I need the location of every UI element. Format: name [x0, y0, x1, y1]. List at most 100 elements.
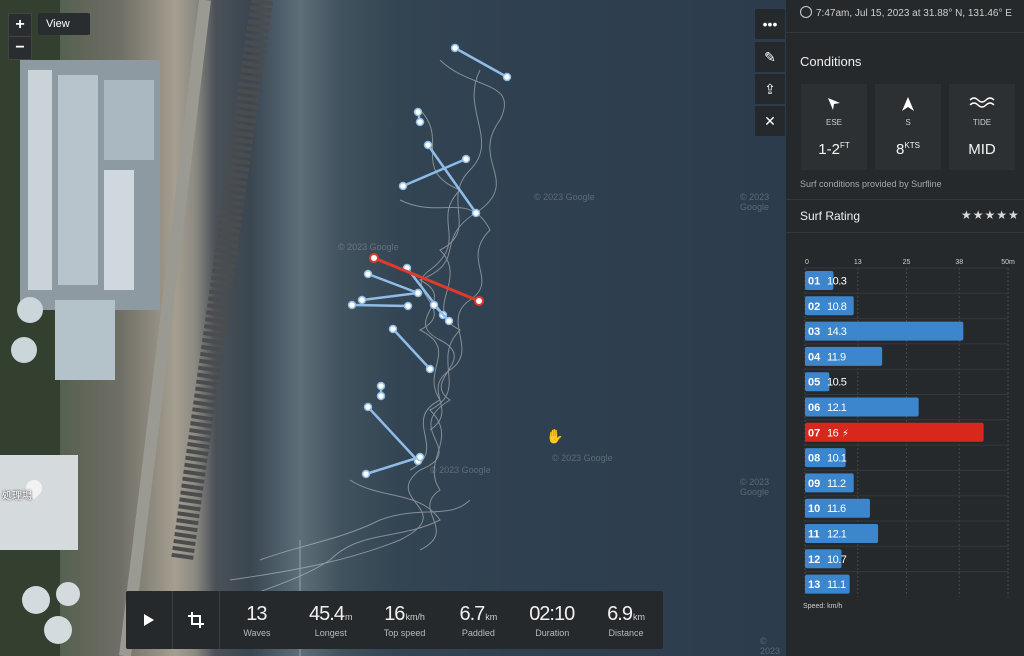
- wave-track-endpoint[interactable]: [363, 269, 373, 279]
- facility-building: [104, 170, 134, 290]
- wave-track-endpoint[interactable]: [471, 208, 481, 218]
- share-icon[interactable]: ⇪: [755, 74, 785, 104]
- map-watermark: © 2023 Google: [552, 453, 613, 463]
- poi-label: 処理場: [2, 491, 32, 502]
- crop-button[interactable]: [173, 591, 220, 649]
- hand-cursor-icon: ✋: [546, 428, 564, 444]
- wave-speed-label: 14.3: [827, 326, 847, 338]
- wave-speed-label: 11.2: [827, 478, 846, 490]
- divider: [786, 32, 1024, 33]
- wave-track-endpoint[interactable]: [415, 117, 425, 127]
- close-icon[interactable]: ✕: [755, 106, 785, 136]
- wave-id-label: 09: [808, 478, 820, 490]
- divider: [786, 232, 1024, 233]
- wave-track[interactable]: [392, 328, 431, 370]
- session-panel: 7:47am, Jul 15, 2023 at 31.88° N, 131.46…: [786, 0, 1024, 656]
- wave-track-endpoint[interactable]: [403, 301, 413, 311]
- condition-tide: TIDE MID: [949, 84, 1015, 170]
- axis-tick-label: 38: [955, 259, 963, 266]
- wave-track-endpoint[interactable]: [357, 295, 367, 305]
- wave-track[interactable]: [367, 272, 419, 295]
- zoom-in-button[interactable]: +: [8, 13, 32, 37]
- crop-icon: [188, 612, 204, 628]
- zoom-out-button[interactable]: −: [8, 36, 32, 60]
- facility-building: [104, 80, 154, 160]
- stat-top-speed: 16km/h Top speed: [383, 602, 426, 638]
- gps-track: [229, 59, 506, 656]
- wave-track-endpoint[interactable]: [502, 72, 512, 82]
- wave-speed-label: 10.7: [827, 554, 847, 566]
- stat-distance: 6.9km Distance: [607, 602, 645, 638]
- wave-track-endpoint[interactable]: [429, 300, 439, 310]
- wave-speed-label: 11.1: [827, 579, 846, 591]
- facility-building: [55, 300, 115, 380]
- wave-id-label: 07: [808, 427, 820, 439]
- map-watermark: © 2023 Google: [430, 465, 491, 475]
- wave-track[interactable]: [454, 46, 508, 79]
- swell-direction-icon: [875, 96, 941, 116]
- wave-id-label: 13: [808, 579, 820, 591]
- clock-icon: [800, 6, 812, 18]
- wave-track[interactable]: [365, 455, 421, 476]
- tide-icon: [949, 96, 1015, 116]
- wave-track-endpoint[interactable]: [450, 43, 460, 53]
- wave-track-endpoint[interactable]: [413, 288, 423, 298]
- wave-track-endpoint[interactable]: [376, 381, 386, 391]
- play-button[interactable]: [126, 591, 173, 649]
- stat-waves: 13 Waves: [243, 602, 271, 638]
- wave-track-endpoint[interactable]: [444, 316, 454, 326]
- wave-speed-label: 10.8: [827, 301, 847, 313]
- wave-speed-label: 11.6: [827, 503, 846, 515]
- wave-track-endpoint[interactable]: [425, 364, 435, 374]
- wave-track[interactable]: [367, 406, 419, 462]
- wave-track-endpoint[interactable]: [423, 140, 433, 150]
- wave-track-endpoint[interactable]: [388, 324, 398, 334]
- wave-id-label: 03: [808, 326, 820, 338]
- wave-speed-label: 10.1: [827, 453, 847, 465]
- selected-wave-endpoint[interactable]: [369, 253, 379, 263]
- wave-track-endpoint[interactable]: [398, 181, 408, 191]
- wave-track[interactable]: [426, 144, 478, 214]
- axis-tick-label: 0: [805, 259, 809, 266]
- wave-id-label: 10: [808, 503, 820, 515]
- wave-speed-label: 12.1: [827, 529, 847, 541]
- wave-speed-label: 11.9: [827, 351, 846, 363]
- surf-rating-title: Surf Rating: [800, 209, 861, 223]
- storage-tank: [56, 582, 80, 606]
- stat-paddled: 6.7km Paddled: [459, 602, 498, 638]
- wave-track[interactable]: [361, 291, 419, 302]
- play-icon: [144, 614, 154, 626]
- wave-id-label: 04: [808, 351, 821, 363]
- wave-track-endpoint[interactable]: [413, 107, 423, 117]
- wave-speed-label: 10.5: [827, 377, 847, 389]
- star-rating[interactable]: ★★★★★: [961, 208, 1020, 222]
- axis-tick-label: 13: [854, 259, 862, 266]
- wave-track-endpoint[interactable]: [461, 154, 471, 164]
- wave-track[interactable]: [402, 157, 467, 188]
- wave-track-endpoint[interactable]: [363, 402, 373, 412]
- conditions-provider-note: Surf conditions provided by Surfline: [800, 179, 942, 189]
- map-watermark: © 2023 Google: [534, 192, 595, 202]
- divider: [786, 199, 1024, 200]
- wave-id-label: 06: [808, 402, 820, 414]
- wave-track-endpoint[interactable]: [361, 469, 371, 479]
- session-location-time: 7:47am, Jul 15, 2023 at 31.88° N, 131.46…: [800, 6, 1012, 19]
- wave-track-endpoint[interactable]: [415, 452, 425, 462]
- selected-wave-endpoint[interactable]: [474, 296, 484, 306]
- wave-bar[interactable]: [805, 397, 919, 417]
- storage-tank: [11, 337, 37, 363]
- wave-track-endpoint[interactable]: [376, 391, 386, 401]
- map-canvas[interactable]: [0, 0, 786, 656]
- map-view[interactable]: + − View © 2023 Google © 2023 Google © 2…: [0, 0, 786, 656]
- map-watermark: © 2023 Google: [740, 192, 770, 212]
- wave-speed-label: 10.3: [827, 276, 847, 288]
- wave-speed-label: 16: [827, 427, 839, 439]
- storage-tank: [17, 297, 43, 323]
- edit-icon[interactable]: ✎: [755, 42, 785, 72]
- more-icon[interactable]: •••: [755, 9, 785, 39]
- stat-longest: 45.4m Longest: [309, 602, 353, 638]
- storage-tank: [22, 586, 50, 614]
- wave-track[interactable]: [351, 303, 409, 308]
- view-button[interactable]: View: [38, 13, 90, 35]
- wave-track-endpoint[interactable]: [347, 300, 357, 310]
